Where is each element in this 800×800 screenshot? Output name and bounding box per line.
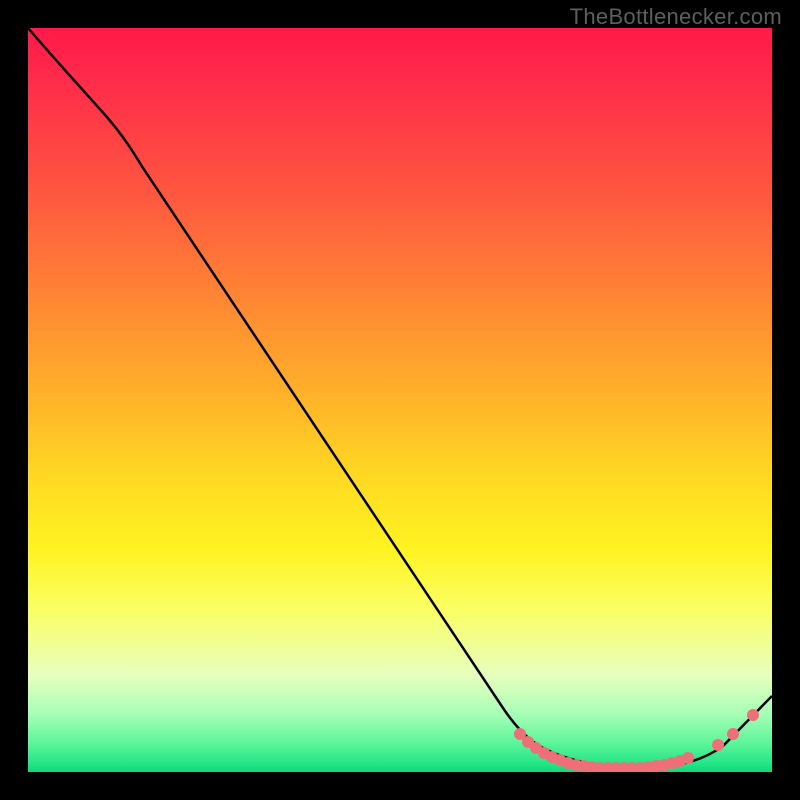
marker-tail bbox=[712, 709, 759, 751]
marker-cluster bbox=[514, 728, 694, 772]
watermark-text: TheBottlenecker.com bbox=[570, 4, 782, 30]
curve-svg bbox=[28, 28, 772, 772]
bottleneck-curve-path bbox=[28, 28, 772, 768]
plot-area bbox=[28, 28, 772, 772]
chart-frame: TheBottlenecker.com bbox=[0, 0, 800, 800]
